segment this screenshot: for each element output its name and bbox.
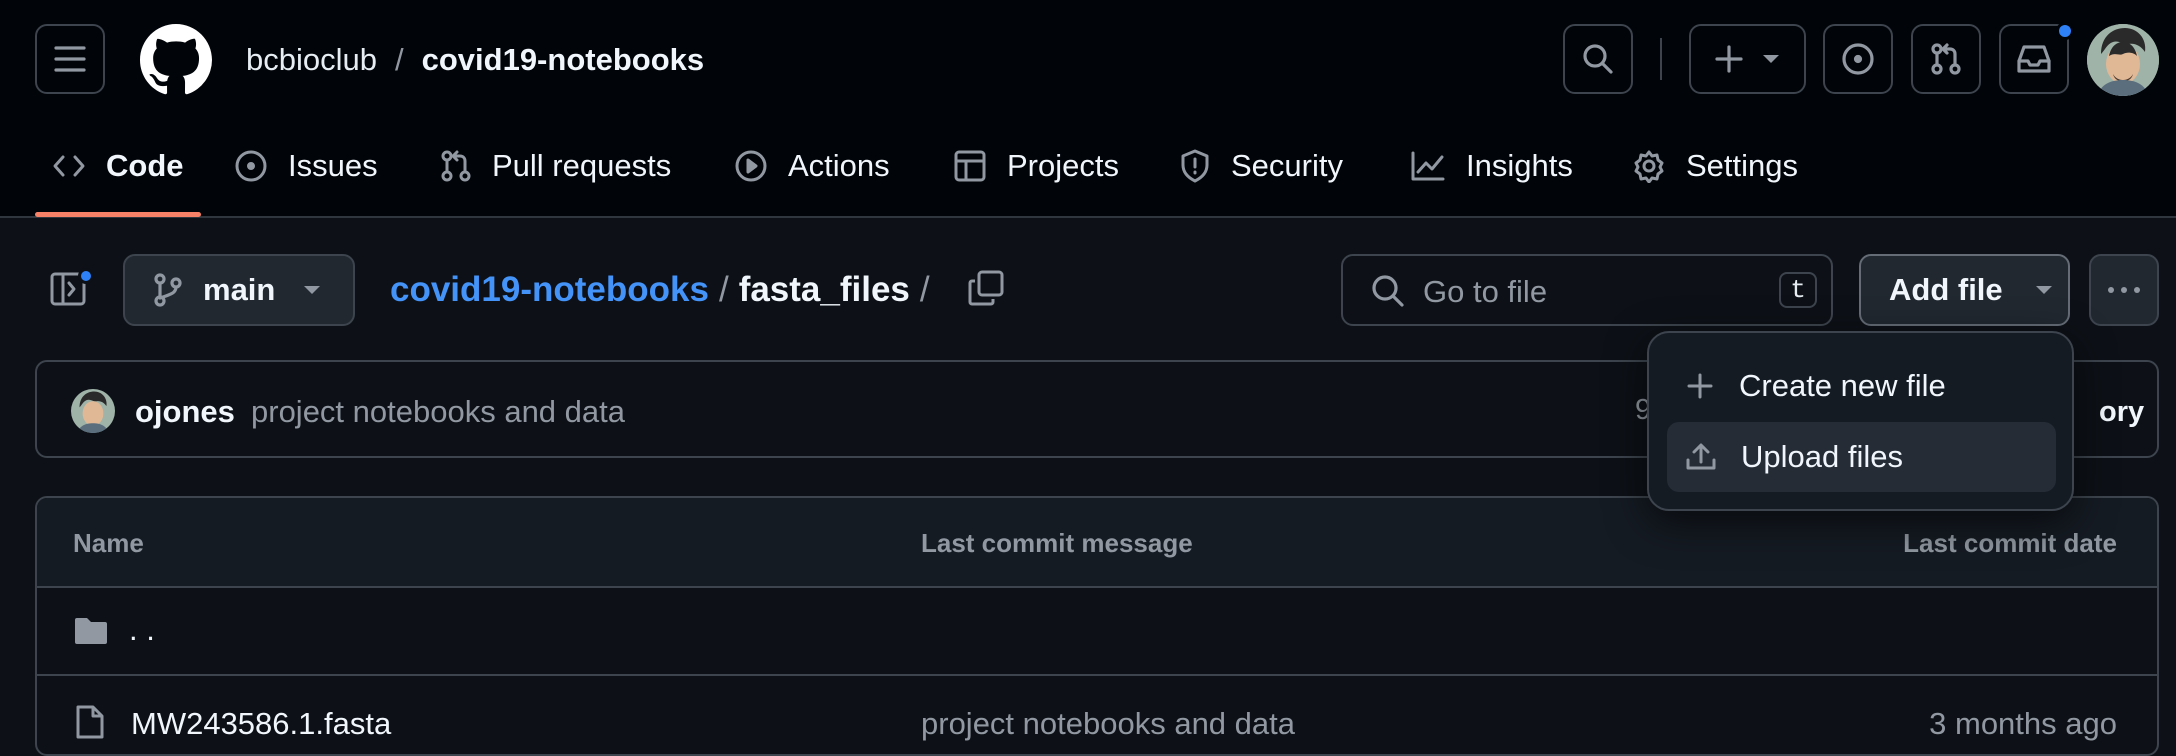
table-header: Name Last commit message Last commit dat…	[37, 498, 2157, 588]
tab-settings[interactable]: Settings	[1632, 136, 1798, 196]
breadcrumb-repo-link[interactable]: covid19-notebooks	[390, 270, 709, 310]
copy-icon	[968, 270, 1004, 306]
menu-item-create-new-file[interactable]: Create new file	[1667, 351, 2056, 421]
repo-name-link[interactable]: covid19-notebooks	[422, 42, 705, 78]
code-icon	[53, 155, 85, 177]
gear-icon	[1634, 150, 1664, 183]
repo-title-separator: /	[394, 42, 404, 77]
graph-icon	[1411, 151, 1445, 181]
repo-title: bcbioclub / covid19-notebooks	[246, 38, 704, 82]
history-link-fragment[interactable]: ory	[2099, 396, 2144, 429]
tab-insights[interactable]: Insights	[1410, 136, 1573, 196]
parent-directory-label[interactable]: . .	[129, 612, 155, 648]
branch-selector[interactable]: main	[123, 254, 355, 326]
pull-request-icon	[441, 150, 471, 182]
inbox-icon	[2017, 45, 2051, 73]
avatar-image	[2087, 24, 2159, 96]
more-options-button[interactable]	[2089, 254, 2159, 326]
tab-issues[interactable]: Issues	[234, 136, 378, 196]
issue-opened-icon	[1842, 43, 1874, 75]
shield-icon	[1181, 149, 1209, 183]
column-header-date: Last commit date	[1903, 528, 2117, 558]
branch-name: main	[203, 272, 276, 307]
add-file-label: Add file	[1889, 272, 2003, 307]
column-header-name: Name	[73, 528, 144, 558]
keyboard-shortcut-hint: t	[1779, 272, 1817, 308]
tab-security-label: Security	[1231, 148, 1343, 183]
tab-code[interactable]: Code	[52, 136, 184, 196]
tab-insights-label: Insights	[1466, 148, 1573, 183]
github-mark-icon	[140, 24, 212, 95]
create-new-button[interactable]	[1689, 24, 1806, 94]
commit-author[interactable]: ojones	[135, 394, 235, 430]
active-tab-underline	[35, 212, 201, 217]
file-icon	[76, 705, 104, 739]
tab-pull-requests[interactable]: Pull requests	[440, 136, 671, 196]
git-pull-request-icon	[1931, 43, 1961, 75]
search-icon	[1372, 275, 1404, 307]
commit-message[interactable]: project notebooks and data	[251, 394, 625, 430]
triangle-down-icon	[304, 286, 321, 294]
file-tree-dot	[78, 268, 94, 284]
github-logo[interactable]	[140, 24, 212, 96]
plus-icon	[1714, 45, 1743, 73]
user-avatar[interactable]	[2087, 24, 2159, 96]
upload-icon	[1686, 443, 1716, 470]
tab-pull-requests-label: Pull requests	[492, 148, 672, 183]
breadcrumb-current-folder: fasta_files	[738, 270, 910, 309]
tab-security[interactable]: Security	[1179, 136, 1343, 196]
tab-projects-label: Projects	[1007, 148, 1119, 183]
avatar-image	[71, 389, 115, 433]
issues-button[interactable]	[1823, 24, 1893, 94]
hamburger-icon	[54, 46, 86, 72]
kebab-horizontal-icon	[2108, 287, 2140, 293]
breadcrumb-separator: /	[718, 270, 729, 309]
table-row[interactable]: MW243586.1.fasta project notebooks and d…	[37, 678, 2157, 754]
tab-issues-label: Issues	[288, 148, 378, 183]
table-icon	[954, 150, 986, 182]
plus-icon	[1687, 373, 1713, 399]
menu-item-label: Upload files	[1741, 439, 1903, 474]
header-divider	[1660, 38, 1662, 80]
go-to-file-placeholder: Go to file	[1423, 274, 1548, 309]
add-file-button[interactable]: Add file	[1859, 254, 2070, 326]
copy-path-button[interactable]	[966, 268, 1010, 312]
notification-dot	[2056, 22, 2074, 40]
go-to-file-input[interactable]: Go to file t	[1341, 254, 1833, 326]
play-icon	[735, 150, 767, 182]
tab-projects[interactable]: Projects	[953, 136, 1119, 196]
column-header-message: Last commit message	[921, 528, 1193, 558]
breadcrumb: covid19-notebooks / fasta_files /	[390, 268, 940, 312]
expand-file-tree-button[interactable]	[48, 268, 94, 312]
git-branch-icon	[154, 273, 182, 307]
folder-icon	[75, 618, 107, 644]
file-commit-date: 3 months ago	[1929, 706, 2117, 741]
breadcrumb-separator: /	[919, 270, 930, 309]
menu-button[interactable]	[35, 24, 105, 94]
add-file-menu: Create new file Upload files	[1647, 331, 2074, 511]
file-commit-message[interactable]: project notebooks and data	[921, 706, 1295, 742]
parent-directory-row[interactable]: . .	[37, 588, 2157, 676]
app-header: bcbioclub / covid19-notebooks Code Issue…	[0, 0, 2176, 218]
tab-code-label: Code	[106, 148, 184, 183]
search-button[interactable]	[1563, 24, 1633, 94]
file-name-link[interactable]: MW243586.1.fasta	[131, 706, 391, 742]
repo-owner-link[interactable]: bcbioclub	[246, 42, 377, 78]
tab-actions[interactable]: Actions	[734, 136, 890, 196]
menu-item-label: Create new file	[1739, 368, 1946, 403]
pull-requests-button[interactable]	[1911, 24, 1981, 94]
file-table: Name Last commit message Last commit dat…	[35, 496, 2159, 756]
commit-author-avatar[interactable]	[71, 389, 115, 433]
search-icon	[1583, 44, 1613, 74]
triangle-down-icon	[1762, 55, 1779, 63]
tab-actions-label: Actions	[788, 148, 890, 183]
triangle-down-icon	[2035, 286, 2052, 294]
menu-item-upload-files[interactable]: Upload files	[1667, 422, 2056, 492]
tab-settings-label: Settings	[1686, 148, 1799, 183]
issue-icon	[235, 150, 267, 182]
